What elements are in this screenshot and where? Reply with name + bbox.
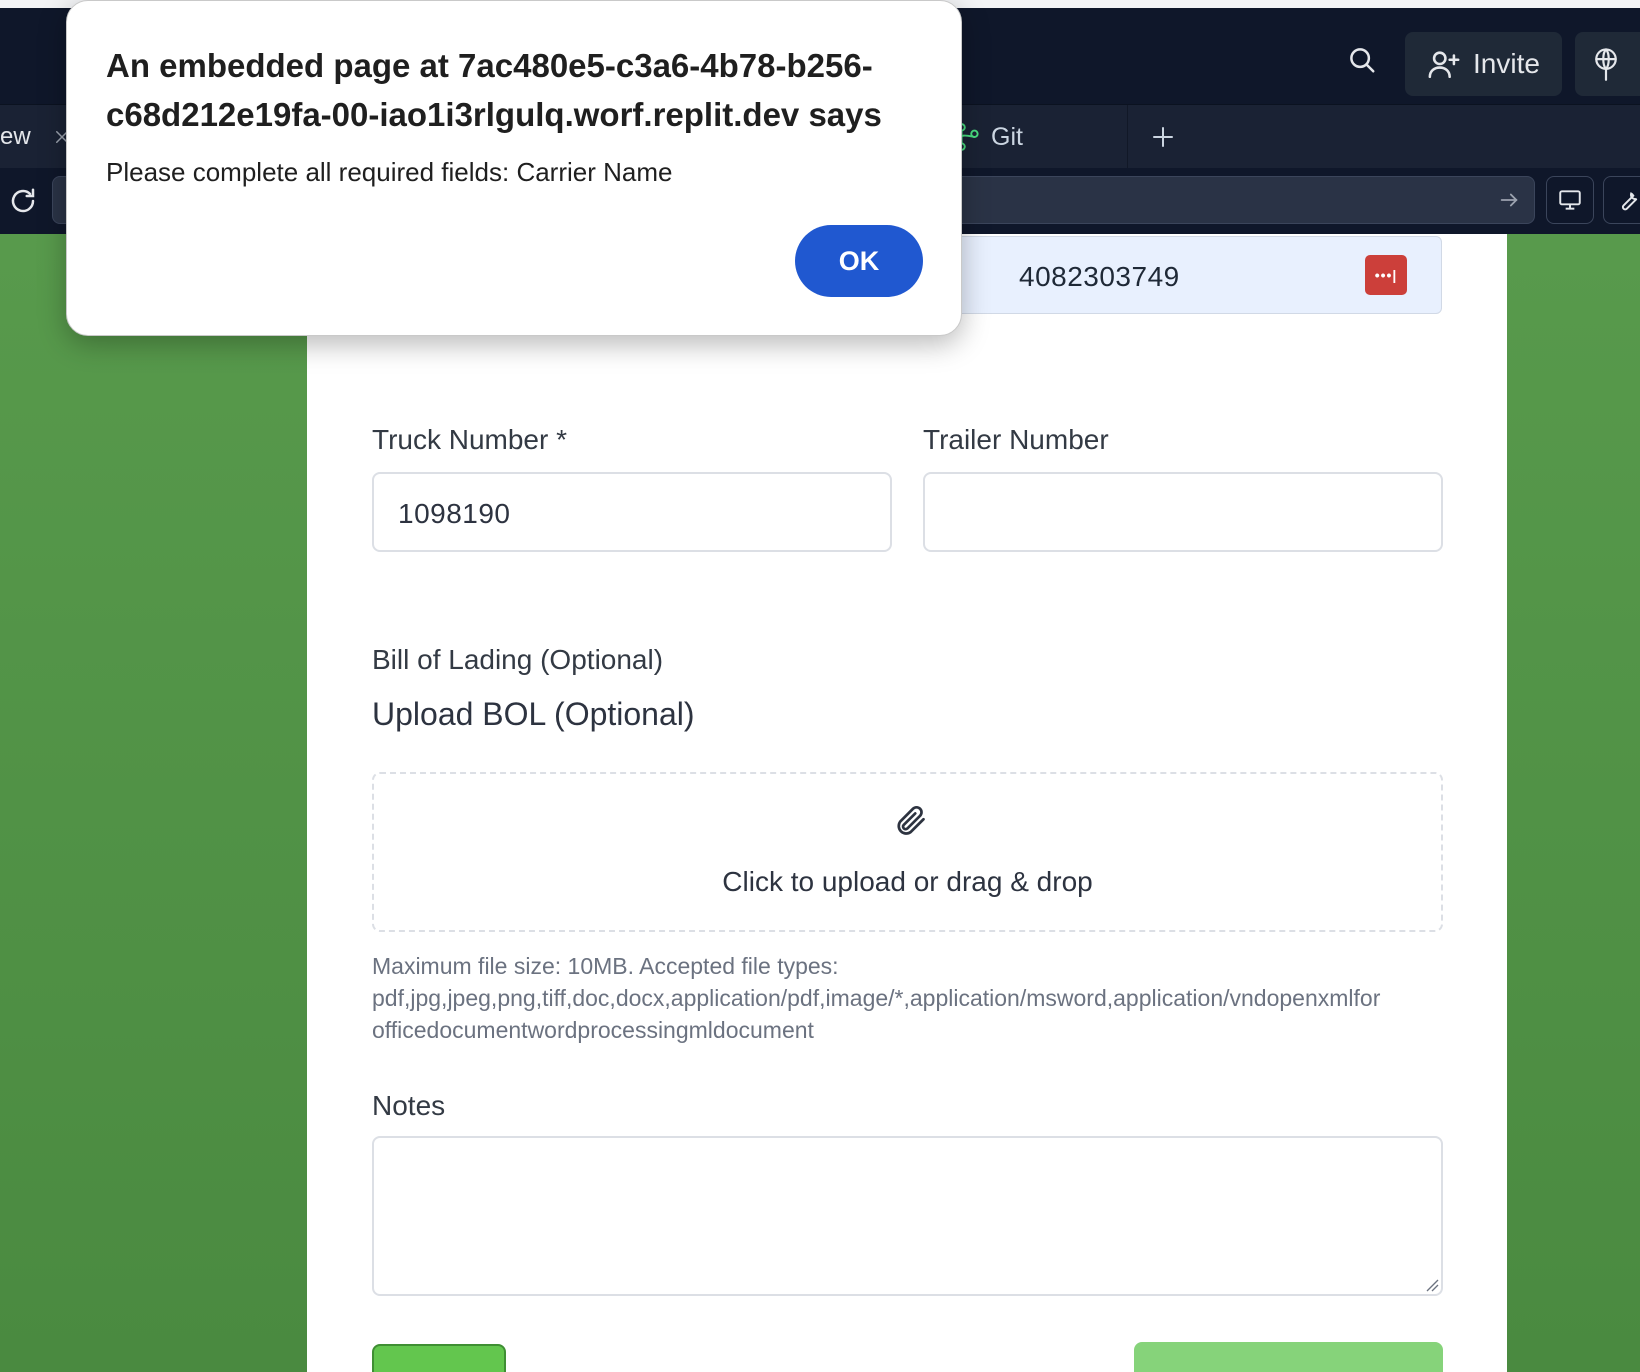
notes-textarea[interactable] (372, 1136, 1443, 1296)
devtools-button[interactable] (1603, 176, 1640, 224)
password-manager-icon[interactable]: •••| (1365, 255, 1407, 295)
plus-icon (1153, 127, 1173, 147)
submit-button[interactable] (1134, 1342, 1443, 1372)
dialog-title-line: c68d212e19fa-00-iao1i3rlgulq.worf.replit… (106, 96, 882, 133)
trailer-number-input[interactable] (923, 472, 1443, 552)
ok-button[interactable]: OK (795, 225, 923, 297)
tab-webview-label: ew (0, 123, 31, 150)
file-help-line: officedocumentwordprocessingmldocument (372, 1017, 814, 1043)
file-help-text: Maximum file size: 10MB. Accepted file t… (372, 950, 1507, 1046)
truck-number-label: Truck Number * (372, 424, 568, 455)
wrench-icon (1622, 192, 1638, 211)
tab-git-label: Git (991, 122, 1023, 151)
search-button[interactable] (1340, 38, 1384, 82)
back-button[interactable] (372, 1344, 506, 1372)
file-help-line: pdf,jpg,jpeg,png,tiff,doc,docx,applicati… (372, 985, 1381, 1011)
dialog-title-line: An embedded page at 7ac480e5-c3a6-4b78-b… (106, 47, 873, 84)
alert-dialog: An embedded page at 7ac480e5-c3a6-4b78-b… (66, 0, 962, 336)
search-icon (1350, 48, 1375, 73)
device-preview-button[interactable] (1546, 176, 1594, 224)
trailer-number-label: Trailer Number (923, 424, 1109, 455)
dialog-title: An embedded page at 7ac480e5-c3a6-4b78-b… (106, 41, 926, 139)
add-user-icon (1428, 51, 1460, 79)
dropzone-text: Click to upload or drag & drop (722, 866, 1093, 897)
bol-dropzone[interactable]: Click to upload or drag & drop (372, 772, 1443, 932)
tab-webview[interactable]: ew (0, 105, 71, 169)
truck-number-value: 1098190 (398, 498, 511, 529)
notes-label: Notes (372, 1090, 446, 1121)
paperclip-icon (897, 805, 925, 835)
reload-icon (11, 188, 35, 213)
add-tab-button[interactable] (1145, 119, 1181, 155)
monitor-icon (1559, 190, 1581, 210)
truck-number-input[interactable]: 1098190 (372, 472, 892, 552)
deploy-icon (1595, 48, 1617, 81)
invite-button[interactable]: Invite (1405, 32, 1562, 96)
load-form-card: 4082303749 •••| Truck Number * 1098190 T… (307, 234, 1507, 1372)
deploy-button[interactable] (1575, 32, 1640, 96)
dialog-message: Please complete all required fields: Car… (106, 157, 673, 187)
phone-input-value: 4082303749 (1019, 261, 1180, 292)
tab-git[interactable]: Git (955, 105, 1128, 169)
bol-label: Bill of Lading (Optional) (372, 644, 664, 675)
reload-button[interactable] (4, 182, 42, 220)
invite-label: Invite (1473, 48, 1540, 79)
resize-handle-icon[interactable] (1423, 1276, 1439, 1292)
bol-upload-heading: Upload BOL (Optional) (372, 696, 695, 732)
arrow-right-icon (1500, 193, 1518, 207)
file-help-line: Maximum file size: 10MB. Accepted file t… (372, 953, 839, 979)
go-button[interactable] (1494, 185, 1524, 215)
